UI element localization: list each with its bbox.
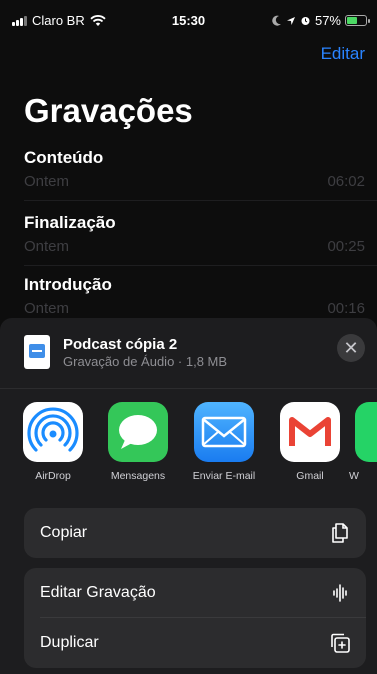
- mail-icon: [194, 402, 254, 462]
- share-sheet-header: Podcast cópia 2 Gravação de Áudio · 1,8 …: [0, 318, 377, 388]
- share-app-label: Enviar E-mail: [192, 470, 256, 482]
- duplicate-action[interactable]: Duplicar: [24, 618, 366, 668]
- recording-name: Conteúdo: [24, 148, 104, 167]
- shared-file-subtitle: Gravação de Áudio · 1,8 MB: [63, 354, 228, 369]
- recording-duration: 00:16: [327, 300, 365, 317]
- battery-icon: [345, 15, 370, 26]
- share-app-label: AirDrop: [35, 470, 71, 482]
- share-app-label: Mensagens: [110, 470, 166, 482]
- whatsapp-icon: [355, 402, 377, 462]
- recording-date: Ontem: [24, 173, 70, 190]
- duplicate-icon: [331, 633, 350, 653]
- edit-recording-action[interactable]: Editar Gravação: [24, 568, 366, 618]
- row-divider: [24, 265, 377, 266]
- share-app-label: W: [349, 470, 359, 482]
- share-app-gmail[interactable]: Gmail: [270, 402, 350, 482]
- page-title: Gravações: [24, 92, 193, 129]
- recording-action-group: Editar Gravação Duplicar: [24, 568, 366, 668]
- voice-memos-screen: Claro BR 15:30 57% Editar Gravações Cont…: [0, 0, 377, 674]
- battery-percent: 57%: [314, 13, 341, 28]
- edit-button[interactable]: Editar: [321, 44, 365, 64]
- close-button[interactable]: ✕: [337, 334, 365, 362]
- waveform-icon: [333, 584, 347, 602]
- gmail-icon: [280, 402, 340, 462]
- status-bar: Claro BR 15:30 57%: [0, 0, 377, 40]
- recording-duration: 00:25: [327, 238, 365, 255]
- copy-icon: [332, 523, 348, 543]
- share-sheet: Podcast cópia 2 Gravação de Áudio · 1,8 …: [0, 318, 377, 674]
- sheet-divider: [0, 388, 377, 389]
- recording-row[interactable]: Conteúdo Ontem 06:02: [24, 148, 377, 201]
- action-label: Duplicar: [40, 634, 99, 651]
- recording-date: Ontem: [24, 238, 70, 255]
- battery-level: [347, 17, 357, 24]
- shared-file-title: Podcast cópia 2: [63, 336, 178, 353]
- alarm-icon: [301, 17, 310, 25]
- recording-name: Finalização: [24, 213, 116, 232]
- recording-row[interactable]: Finalização Ontem 00:25: [24, 213, 377, 266]
- recording-duration: 06:02: [327, 173, 365, 190]
- share-apps-row: AirDrop Mensagens Enviar E-mail Gmail W: [0, 402, 377, 492]
- share-app-airdrop[interactable]: AirDrop: [13, 402, 93, 482]
- messages-icon: [108, 402, 168, 462]
- audio-file-icon: [24, 335, 50, 369]
- share-app-whatsapp[interactable]: W: [349, 402, 377, 482]
- status-right: 57%: [272, 13, 370, 28]
- share-app-messages[interactable]: Mensagens: [98, 402, 178, 482]
- airdrop-icon: [23, 402, 83, 462]
- location-arrow-icon: [286, 16, 295, 25]
- row-divider: [24, 200, 377, 201]
- action-label: Editar Gravação: [40, 584, 156, 601]
- share-app-mail[interactable]: Enviar E-mail: [184, 402, 264, 482]
- recording-name: Introdução: [24, 275, 112, 294]
- copy-action-group: Copiar: [24, 508, 366, 558]
- moon-icon: [272, 15, 281, 26]
- action-label: Copiar: [40, 524, 88, 541]
- copy-action[interactable]: Copiar: [24, 508, 366, 558]
- recording-row[interactable]: Introdução Ontem 00:16: [24, 275, 365, 323]
- share-app-label: Gmail: [296, 470, 324, 482]
- recording-date: Ontem: [24, 300, 70, 317]
